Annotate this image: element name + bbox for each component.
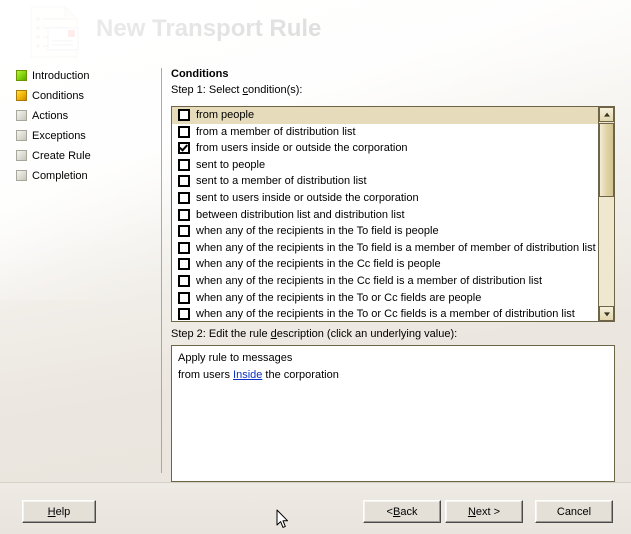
step2-label: Step 2: Edit the rule description (click… xyxy=(171,328,458,340)
step-status-gray-icon xyxy=(16,110,27,121)
sidebar-item-label: Conditions xyxy=(32,90,84,102)
back-button[interactable]: < Back xyxy=(363,500,441,523)
condition-label: when any of the recipients in the Cc fie… xyxy=(196,274,543,287)
conditions-panel: Conditions Step 1: Select condition(s): … xyxy=(171,68,615,482)
wizard-header: New Transport Rule xyxy=(0,0,631,64)
condition-row[interactable]: sent to people xyxy=(172,157,599,174)
sidebar-item-label: Actions xyxy=(32,110,69,122)
sidebar-item-label: Completion xyxy=(32,170,88,182)
condition-row[interactable]: when any of the recipients in the To or … xyxy=(172,306,599,321)
description-line-1: Apply rule to messages xyxy=(178,352,293,364)
condition-row[interactable]: when any of the recipients in the To fie… xyxy=(172,240,599,257)
checkbox-unchecked-icon[interactable] xyxy=(178,175,190,188)
checkbox-unchecked-icon[interactable] xyxy=(178,274,190,287)
scroll-up-button[interactable] xyxy=(599,107,614,122)
step-status-green-icon xyxy=(16,70,27,81)
step-status-gray-icon xyxy=(16,130,27,141)
checkbox-unchecked-icon[interactable] xyxy=(178,109,190,121)
step1-label: Step 1: Select condition(s): xyxy=(171,84,303,96)
condition-label: sent to a member of distribution list xyxy=(196,175,367,188)
sidebar-divider xyxy=(161,68,162,473)
condition-row[interactable]: from a member of distribution list xyxy=(172,124,599,141)
condition-label: sent to users inside or outside the corp… xyxy=(196,191,419,204)
condition-label: from a member of distribution list xyxy=(196,125,356,138)
checkbox-unchecked-icon[interactable] xyxy=(178,241,190,254)
condition-label: when any of the recipients in the To fie… xyxy=(196,241,596,254)
condition-label: sent to people xyxy=(196,158,266,171)
condition-row[interactable]: when any of the recipients in the To fie… xyxy=(172,223,599,240)
condition-row[interactable]: between distribution list and distributi… xyxy=(172,207,599,224)
condition-label: when any of the recipients in the To fie… xyxy=(196,225,439,238)
description-suffix: the corporation xyxy=(262,369,339,381)
checkbox-unchecked-icon[interactable] xyxy=(178,225,190,238)
checkbox-unchecked-icon[interactable] xyxy=(178,191,190,204)
conditions-list[interactable]: from people from a member of distribution… xyxy=(172,107,599,321)
condition-row[interactable]: from users inside or outside the corpora… xyxy=(172,140,599,157)
page-title: New Transport Rule xyxy=(96,15,322,42)
sidebar-item-exceptions[interactable]: Exceptions xyxy=(0,126,162,146)
condition-label: when any of the recipients in the Cc fie… xyxy=(196,258,441,271)
sidebar-item-completion[interactable]: Completion xyxy=(0,166,162,186)
sidebar-item-label: Exceptions xyxy=(32,130,86,142)
description-value-link[interactable]: Inside xyxy=(233,369,262,381)
sidebar-item-actions[interactable]: Actions xyxy=(0,106,162,126)
sidebar-item-label: Introduction xyxy=(32,70,90,82)
wizard-window: New Transport Rule Introduction Conditio… xyxy=(0,0,631,534)
description-line-2: from users Inside the corporation xyxy=(178,367,608,384)
wizard-step-sidebar: Introduction Conditions Actions Exceptio… xyxy=(0,66,162,476)
sidebar-item-introduction[interactable]: Introduction xyxy=(0,66,162,86)
condition-row[interactable]: sent to users inside or outside the corp… xyxy=(172,190,599,207)
sidebar-item-create-rule[interactable]: Create Rule xyxy=(0,146,162,166)
sidebar-item-conditions[interactable]: Conditions xyxy=(0,86,162,106)
condition-label: when any of the recipients in the To or … xyxy=(196,291,482,304)
step-status-orange-icon xyxy=(16,90,27,101)
triangle-down-icon xyxy=(603,311,610,316)
step-status-gray-icon xyxy=(16,170,27,181)
checkbox-unchecked-icon[interactable] xyxy=(178,308,190,321)
condition-label: from people xyxy=(196,109,255,121)
checkbox-unchecked-icon[interactable] xyxy=(178,158,190,171)
conditions-listbox[interactable]: from people from a member of distribution… xyxy=(171,106,615,322)
checkbox-unchecked-icon[interactable] xyxy=(178,125,190,138)
checkbox-checked-icon[interactable] xyxy=(178,142,190,155)
next-button[interactable]: Next > xyxy=(445,500,523,523)
rule-description-box[interactable]: Apply rule to messages from users Inside… xyxy=(171,345,615,482)
checkbox-unchecked-icon[interactable] xyxy=(178,208,190,221)
triangle-up-icon xyxy=(603,112,610,117)
checkbox-unchecked-icon[interactable] xyxy=(178,291,190,304)
conditions-list-scrollbar[interactable] xyxy=(598,107,614,321)
condition-label: from users inside or outside the corpora… xyxy=(196,142,408,155)
description-prefix: from users xyxy=(178,369,234,381)
conditions-heading: Conditions xyxy=(171,68,229,80)
condition-row[interactable]: when any of the recipients in the Cc fie… xyxy=(172,273,599,290)
transport-rule-document-icon xyxy=(30,5,79,58)
condition-label: when any of the recipients in the To or … xyxy=(196,308,575,321)
condition-row[interactable]: when any of the recipients in the Cc fie… xyxy=(172,256,599,273)
checkbox-unchecked-icon[interactable] xyxy=(178,258,190,271)
sidebar-item-label: Create Rule xyxy=(32,150,91,162)
help-button[interactable]: Help xyxy=(22,500,96,523)
scroll-down-button[interactable] xyxy=(599,306,614,321)
condition-label: between distribution list and distributi… xyxy=(196,208,405,221)
condition-row[interactable]: from people xyxy=(172,107,599,124)
scrollbar-thumb[interactable] xyxy=(599,123,614,197)
condition-row[interactable]: sent to a member of distribution list xyxy=(172,173,599,190)
step-status-gray-icon xyxy=(16,150,27,161)
cancel-button[interactable]: Cancel xyxy=(535,500,613,523)
condition-row[interactable]: when any of the recipients in the To or … xyxy=(172,290,599,307)
